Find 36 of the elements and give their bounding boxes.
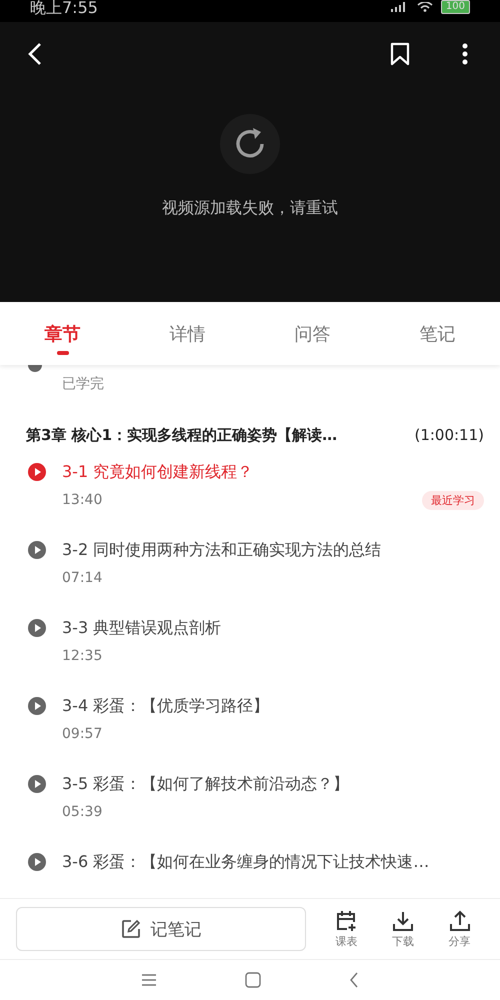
tab[interactable]: 笔记 [375,302,500,365]
tab[interactable]: 详情 [125,302,250,365]
error-message: 视频源加载失败，请重试 [162,198,338,219]
menu-icon[interactable] [141,973,157,987]
schedule-button[interactable]: 课表 [318,910,375,948]
download-button[interactable]: 下载 [374,910,432,948]
share-icon [448,910,471,932]
download-icon [392,910,414,932]
status-time: 晚上7:55 [30,0,98,16]
more-icon[interactable] [462,43,468,65]
recent-badge: 最近学习 [422,490,484,510]
chapter-duration: (1:00:11) [414,426,484,444]
tab[interactable]: 问答 [250,302,375,365]
edit-icon [120,919,140,939]
bookmark-icon[interactable] [390,42,410,66]
lesson-duration: 13:40 [62,492,102,508]
lesson-title[interactable]: 3-3 典型错误观点剖析 [62,618,222,638]
lesson-status: 已学完 [62,375,104,393]
lesson-duration: 05:39 [62,804,102,820]
lesson-title[interactable]: 3-1 究竟如何创建新线程？ [62,462,254,482]
lesson-duration: 12:35 [62,648,102,664]
lesson-title[interactable]: 3-4 彩蛋：【优质学习路径】 [62,696,270,716]
tab[interactable]: 章节 [0,302,125,365]
home-icon[interactable] [245,972,261,988]
wifi-icon [416,2,433,12]
lesson-title[interactable]: 3-6 彩蛋：【如何在业务缠身的情况下让技术快速… [62,852,430,872]
lesson-title[interactable]: 3-2 同时使用两种方法和正确实现方法的总结 [62,540,382,560]
lesson-duration: 07:14 [62,570,102,586]
take-note-button[interactable]: 记笔记 [16,907,306,951]
calendar-add-icon [335,910,358,932]
lesson-title[interactable]: 3-5 彩蛋：【如何了解技术前沿动态？】 [62,774,350,794]
battery-level: 100 [440,0,470,14]
reload-icon[interactable] [220,114,280,174]
share-button[interactable]: 分享 [431,910,488,948]
lesson-duration: 09:57 [62,726,102,742]
chapter-title: 第3章 核心1：实现多线程的正确姿势【解读… [26,426,338,444]
